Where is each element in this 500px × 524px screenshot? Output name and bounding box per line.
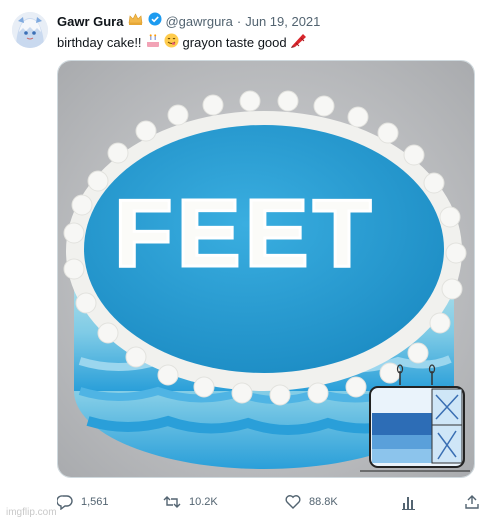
- yum-face-emoji-icon: [164, 33, 179, 53]
- tweet-text-main: birthday cake!!: [57, 35, 142, 50]
- like-button[interactable]: 88.8K: [285, 494, 338, 509]
- retweet-button[interactable]: 10.2K: [163, 494, 218, 510]
- tweet-text: birthday cake!! grayon taste good: [57, 33, 308, 53]
- avatar-image: [12, 12, 48, 48]
- tweet-date[interactable]: Jun 19, 2021: [245, 13, 320, 31]
- share-button[interactable]: [465, 494, 479, 510]
- heart-icon: [285, 495, 301, 509]
- like-count: 88.8K: [309, 495, 338, 508]
- cake-frosting-text: FEET: [114, 180, 375, 287]
- watermark: imgflip.com: [6, 507, 57, 518]
- analytics-icon: [402, 497, 415, 510]
- tweet-image[interactable]: FEET: [57, 60, 475, 478]
- share-icon: [465, 495, 479, 509]
- author-handle[interactable]: @gawrgura: [165, 13, 232, 31]
- reply-icon: [57, 495, 73, 510]
- author-name[interactable]: Gawr Gura: [57, 13, 123, 31]
- cake-emoji-icon: [145, 33, 161, 53]
- blue-cake-box-sticker: [360, 364, 470, 472]
- tweet-card[interactable]: Gawr Gura @gawrgura · Jun 19, 2021 birth…: [0, 0, 500, 524]
- tweet-header: Gawr Gura @gawrgura · Jun 19, 2021: [57, 12, 320, 31]
- tweet-actions: 1,561 10.2K 88.8K: [57, 494, 479, 514]
- reply-count: 1,561: [81, 496, 109, 508]
- header-separator: ·: [236, 13, 242, 29]
- retweet-icon: [163, 496, 181, 508]
- red-crayon-emoji-icon: [290, 33, 308, 53]
- verified-badge-icon: [148, 12, 162, 31]
- reply-button[interactable]: 1,561: [57, 494, 109, 510]
- crown-icon: [128, 12, 143, 31]
- author-avatar[interactable]: [12, 12, 48, 48]
- tweet-text-tail: grayon taste good: [182, 35, 287, 50]
- analytics-button[interactable]: [402, 494, 416, 510]
- retweet-count: 10.2K: [189, 496, 218, 508]
